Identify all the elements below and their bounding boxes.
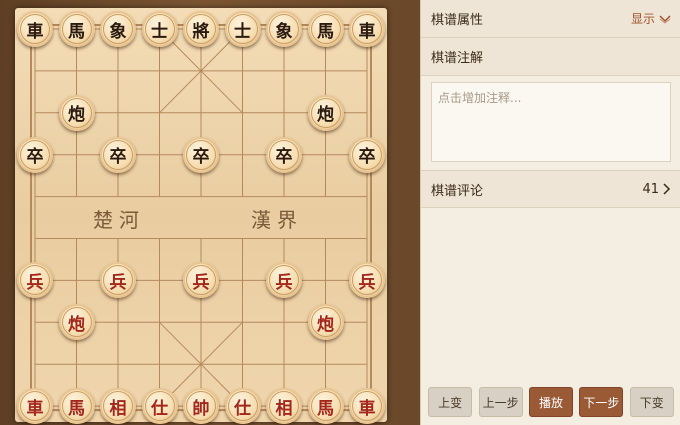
piece-black[interactable]: 將 xyxy=(183,11,219,47)
piece-label: 士 xyxy=(227,14,258,44)
play-button[interactable]: 播放 xyxy=(528,387,573,417)
piece-label: 車 xyxy=(20,391,50,422)
piece-red[interactable]: 相 xyxy=(100,388,136,425)
piece-label: 車 xyxy=(352,391,382,422)
piece-label: 卒 xyxy=(269,139,299,170)
piece-black[interactable]: 馬 xyxy=(58,11,95,47)
prev-variation-button[interactable]: 上变 xyxy=(428,387,473,417)
piece-label: 炮 xyxy=(61,97,92,128)
show-label: 显示 xyxy=(630,12,655,26)
river-text-chu: 楚河 xyxy=(93,208,145,232)
piece-label: 仕 xyxy=(227,391,258,422)
chevron-down-icon xyxy=(659,14,671,24)
side-panel: 棋谱属性 显示 棋谱注解 点击增加注释... 棋谱评论 41 上变 上一步 播放… xyxy=(420,0,680,425)
piece-black[interactable]: 卒 xyxy=(100,136,136,173)
comments-count-wrap: 41 xyxy=(642,182,671,197)
piece-label: 卒 xyxy=(103,139,133,170)
notes-input[interactable]: 点击增加注释... xyxy=(431,82,671,162)
piece-red[interactable]: 相 xyxy=(266,388,302,425)
piece-label: 兵 xyxy=(103,265,133,296)
piece-black[interactable]: 車 xyxy=(349,11,385,47)
piece-red[interactable]: 炮 xyxy=(58,304,95,341)
piece-black[interactable]: 象 xyxy=(266,11,302,47)
piece-label: 仕 xyxy=(144,391,175,422)
next-variation-button[interactable]: 下变 xyxy=(629,387,674,417)
piece-label: 炮 xyxy=(61,307,92,338)
piece-black[interactable]: 炮 xyxy=(307,94,344,131)
piece-black[interactable]: 卒 xyxy=(266,136,302,173)
piece-label: 車 xyxy=(20,14,50,44)
piece-black[interactable]: 卒 xyxy=(183,136,219,173)
board-grid xyxy=(30,24,372,412)
piece-label: 相 xyxy=(269,391,299,422)
piece-label: 馬 xyxy=(310,14,341,44)
piece-black[interactable]: 車 xyxy=(17,11,53,47)
piece-label: 車 xyxy=(352,14,382,44)
piece-label: 將 xyxy=(186,14,216,44)
piece-red[interactable]: 仕 xyxy=(141,388,178,425)
comments-count: 41 xyxy=(642,181,659,197)
prev-step-button[interactable]: 上一步 xyxy=(478,387,523,417)
properties-label: 棋谱属性 xyxy=(431,13,484,28)
notes-label: 棋谱注解 xyxy=(431,51,484,66)
piece-red[interactable]: 馬 xyxy=(58,388,95,425)
piece-red[interactable]: 車 xyxy=(17,388,53,425)
piece-label: 炮 xyxy=(310,97,341,128)
notes-placeholder: 点击增加注释... xyxy=(438,91,522,105)
notes-header: 棋谱注解 xyxy=(421,38,680,76)
comments-label: 棋谱评论 xyxy=(431,183,484,199)
piece-black[interactable]: 卒 xyxy=(17,136,53,173)
piece-black[interactable]: 炮 xyxy=(58,94,95,131)
piece-label: 相 xyxy=(103,391,133,422)
piece-red[interactable]: 馬 xyxy=(307,388,344,425)
piece-black[interactable]: 士 xyxy=(141,11,178,47)
show-toggle[interactable]: 显示 xyxy=(631,10,671,27)
piece-red[interactable]: 帥 xyxy=(183,388,219,425)
piece-label: 兵 xyxy=(352,265,382,296)
comments-header[interactable]: 棋谱评论 41 xyxy=(421,170,680,208)
piece-red[interactable]: 炮 xyxy=(307,304,344,341)
piece-label: 兵 xyxy=(20,265,50,296)
properties-header[interactable]: 棋谱属性 显示 xyxy=(421,0,680,38)
piece-label: 馬 xyxy=(61,14,92,44)
piece-label: 卒 xyxy=(352,139,382,170)
river-text-han: 漢界 xyxy=(251,208,303,232)
piece-label: 象 xyxy=(269,14,299,44)
piece-label: 馬 xyxy=(61,391,92,422)
piece-label: 兵 xyxy=(269,265,299,296)
piece-label: 卒 xyxy=(20,139,50,170)
piece-red[interactable]: 車 xyxy=(349,388,385,425)
piece-red[interactable]: 仕 xyxy=(224,388,261,425)
piece-black[interactable]: 馬 xyxy=(307,11,344,47)
piece-black[interactable]: 象 xyxy=(100,11,136,47)
chevron-right-icon xyxy=(663,183,671,195)
piece-label: 卒 xyxy=(186,139,216,170)
piece-label: 兵 xyxy=(186,265,216,296)
playback-controls: 上变 上一步 播放 下一步 下变 xyxy=(421,387,680,417)
piece-label: 士 xyxy=(144,14,175,44)
piece-label: 象 xyxy=(103,14,133,44)
piece-label: 馬 xyxy=(310,391,341,422)
piece-black[interactable]: 士 xyxy=(224,11,261,47)
piece-label: 炮 xyxy=(310,307,341,338)
piece-black[interactable]: 卒 xyxy=(349,136,385,173)
piece-label: 帥 xyxy=(186,391,216,422)
next-step-button[interactable]: 下一步 xyxy=(579,387,624,417)
xiangqi-board[interactable]: 楚河 漢界 車馬象士將士象馬車炮炮卒卒卒卒卒兵兵兵兵兵炮炮車馬相仕帥仕相馬車 xyxy=(15,8,387,425)
